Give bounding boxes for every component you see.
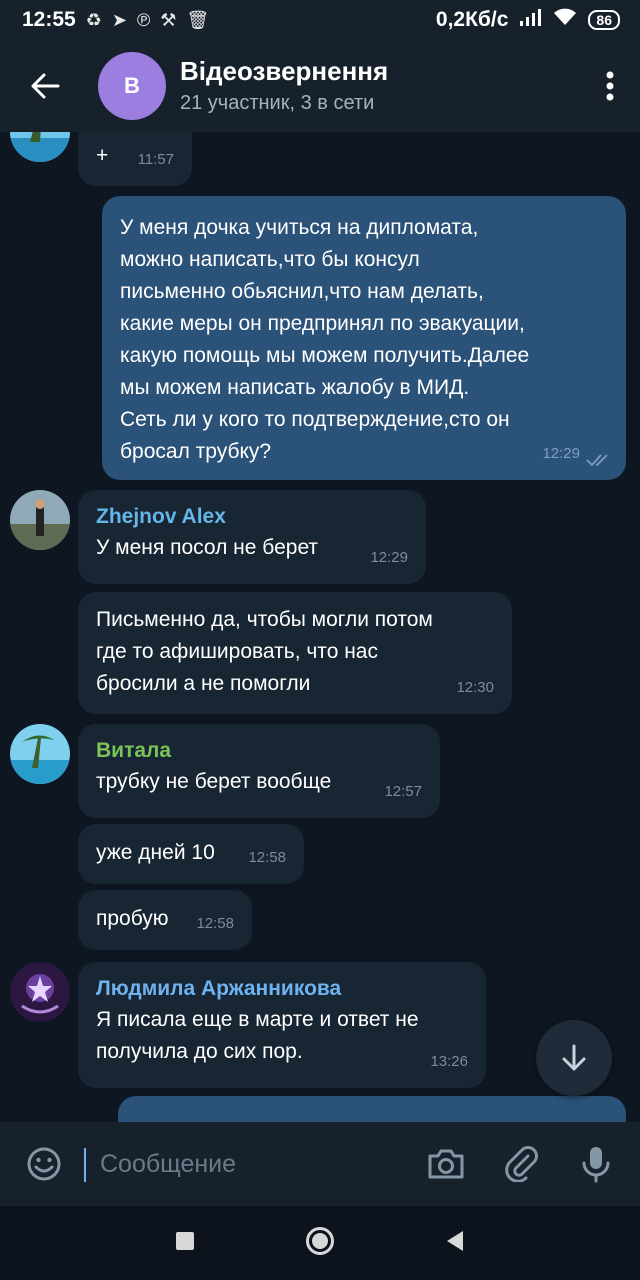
message-line: бросили а не помогли: [96, 672, 311, 695]
signal-icon: [518, 7, 542, 33]
message-line: мы можем написать жалобу в МИД.: [120, 376, 470, 399]
message-bubble-outgoing-partial[interactable]: [118, 1096, 626, 1122]
sender-name[interactable]: Людмила Аржанникова: [96, 974, 468, 1004]
message-time: 12:30: [456, 679, 494, 696]
telegram-icon: ➤: [111, 9, 127, 30]
avatar-vitala-partial[interactable]: [10, 132, 70, 162]
message-line: какие меры он предпринял по эвакуации,: [120, 312, 525, 335]
chat-title: Відеозвернення: [180, 56, 389, 86]
pinterest-icon: ℗: [136, 9, 151, 30]
camera-button[interactable]: [416, 1134, 476, 1194]
message-line: У меня дочка учиться на дипломата,: [120, 216, 479, 239]
avatar-zhejnov-alex[interactable]: [10, 490, 70, 550]
group-avatar[interactable]: В: [98, 52, 166, 120]
message-bubble[interactable]: + 11:57: [78, 132, 192, 186]
message-time: 11:57: [137, 151, 174, 168]
microphone-icon: [582, 1147, 610, 1183]
message-line: бросал трубку?: [120, 440, 272, 463]
message-time: 12:58: [248, 849, 286, 866]
chat-header: В Відеозвернення 21 участник, 3 в сети: [0, 40, 640, 132]
message-bubble[interactable]: Zhejnov Alex У меня посол не берет 12:29: [78, 490, 426, 584]
message-bubble[interactable]: Людмила Аржанникова Я писала еще в марте…: [78, 962, 486, 1088]
scroll-to-bottom-button[interactable]: [536, 1020, 612, 1096]
message-time: 13:26: [430, 1053, 468, 1070]
more-vertical-icon: [606, 71, 614, 101]
message-list[interactable]: + 11:57 У меня дочка учиться на дипломат…: [0, 132, 640, 1122]
message-time: 12:58: [196, 915, 234, 932]
avatar-vitala[interactable]: [10, 724, 70, 784]
back-nav-button[interactable]: [445, 1230, 465, 1257]
chat-subtitle: 21 участник, 3 в сети: [180, 92, 375, 114]
triangle-back-icon: [447, 1230, 463, 1251]
message-bubble[interactable]: Письменно да, чтобы могли потом где то а…: [78, 592, 512, 714]
sender-name[interactable]: Витала: [96, 736, 422, 766]
message-time: 12:29: [542, 445, 580, 462]
arrow-left-icon: [31, 73, 60, 99]
status-time: 12:55: [22, 8, 76, 31]
recents-button[interactable]: [175, 1231, 195, 1256]
message-bubble[interactable]: Витала трубку не берет вообще 12:57: [78, 724, 440, 818]
message-line: Письменно да, чтобы могли потом: [96, 608, 433, 631]
message-line: Сеть ли у кого то подтверждение,сто он: [120, 408, 510, 431]
message-time: 12:57: [384, 783, 422, 800]
message-text: трубку не берет вообще: [96, 770, 332, 793]
square-icon: [176, 1231, 194, 1250]
wifi-icon: [552, 7, 578, 33]
message-line: получила до сих пор.: [96, 1040, 303, 1063]
message-line: можно написать,что бы консул: [120, 248, 420, 271]
emoji-icon: [27, 1147, 61, 1181]
emoji-button[interactable]: [14, 1134, 74, 1194]
message-time: 12:29: [370, 549, 408, 566]
message-bubble-outgoing[interactable]: У меня дочка учиться на дипломата, можно…: [102, 196, 626, 480]
chat-info[interactable]: Відеозвернення 21 участник, 3 в сети: [180, 55, 580, 117]
message-line: какую помощь мы можем получить.Далее: [120, 344, 530, 367]
recycle-icon: ♻: [85, 9, 102, 30]
more-menu-button[interactable]: [580, 40, 640, 132]
avatar-lyudmila[interactable]: [10, 962, 70, 1022]
camera-icon: [428, 1149, 464, 1179]
home-button[interactable]: [305, 1226, 335, 1261]
message-line: Я писала еще в марте и ответ не: [96, 1008, 419, 1031]
sender-name[interactable]: Zhejnov Alex: [96, 502, 408, 532]
message-line: письменно обьяснил,что нам делать,: [120, 280, 484, 303]
message-placeholder: Сообщение: [100, 1149, 237, 1178]
voice-button[interactable]: [566, 1134, 626, 1194]
back-button[interactable]: [0, 40, 90, 132]
net-speed: 0,2Кб/с: [435, 8, 509, 31]
tools-icon: ⚒: [160, 9, 177, 30]
message-input-bar: Сообщение: [0, 1122, 640, 1206]
message-line: где то афишировать, что нас: [96, 640, 378, 663]
system-nav-bar: [0, 1206, 640, 1280]
message-bubble[interactable]: пробую 12:58: [78, 890, 252, 950]
double-check-icon: [586, 454, 608, 467]
circle-icon: [306, 1226, 334, 1255]
message-bubble[interactable]: уже дней 10 12:58: [78, 824, 304, 884]
attach-button[interactable]: [492, 1134, 552, 1194]
battery-icon: 86: [588, 10, 620, 30]
paperclip-icon: [505, 1146, 538, 1182]
trash-icon: 🗑: [186, 9, 210, 30]
text-caret: [84, 1147, 86, 1182]
arrow-down-icon: [562, 1044, 586, 1071]
status-bar: 12:55 ♻ ➤ ℗ ⚒ 🗑 0,2Кб/с 86: [0, 0, 640, 40]
message-input[interactable]: Сообщение: [84, 1147, 416, 1182]
message-text: У меня посол не берет: [96, 536, 319, 559]
